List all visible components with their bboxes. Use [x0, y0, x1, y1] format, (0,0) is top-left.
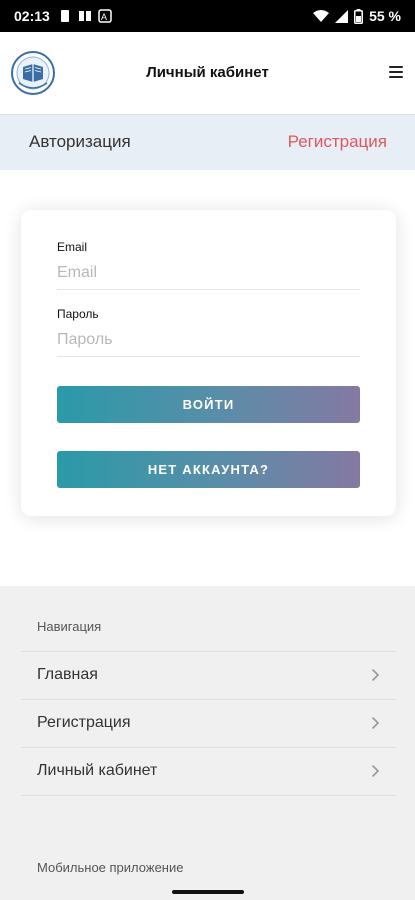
signal-icon — [335, 9, 349, 23]
auth-tabs: Авторизация Регистрация — [0, 114, 415, 170]
tab-registration[interactable]: Регистрация — [288, 132, 387, 152]
divider — [21, 795, 396, 796]
chevron-right-icon — [371, 716, 380, 730]
battery-icon — [354, 8, 364, 24]
page-title: Личный кабинет — [146, 64, 269, 81]
notification-icon — [60, 10, 69, 22]
tab-authorization[interactable]: Авторизация — [29, 132, 131, 152]
wifi-icon — [313, 9, 330, 22]
battery-percent: 55 % — [369, 8, 401, 24]
chevron-right-icon — [371, 668, 380, 682]
no-account-button[interactable]: НЕТ АККАУНТА? — [57, 451, 360, 488]
nav-item-home[interactable]: Главная — [21, 651, 396, 699]
email-field[interactable] — [57, 256, 360, 290]
nav-item-label: Личный кабинет — [37, 762, 158, 779]
nav-item-registration[interactable]: Регистрация — [21, 699, 396, 747]
book-icon — [78, 11, 91, 21]
hamburger-menu-icon[interactable] — [389, 66, 403, 78]
footer: Навигация Главная Регистрация Личный каб… — [0, 586, 415, 900]
chevron-right-icon — [371, 764, 380, 778]
nav-section-title: Навигация — [37, 619, 102, 634]
nav-item-account[interactable]: Личный кабинет — [21, 747, 396, 795]
svg-text:A: A — [101, 12, 107, 22]
email-label: Email — [57, 240, 88, 254]
password-field[interactable] — [57, 323, 360, 357]
nav-item-label: Главная — [37, 666, 98, 683]
status-bar: 02:13 A 55 % — [0, 0, 415, 32]
nav-item-label: Регистрация — [37, 714, 131, 731]
login-button[interactable]: ВОЙТИ — [57, 386, 360, 423]
mobile-app-section-title: Мобильное приложение — [37, 860, 184, 875]
status-time: 02:13 — [14, 8, 50, 24]
app-header: Личный кабинет — [0, 32, 415, 114]
password-label: Пароль — [57, 307, 99, 321]
translate-icon: A — [98, 9, 112, 23]
home-indicator[interactable] — [172, 890, 244, 894]
login-card: Email Пароль ВОЙТИ НЕТ АККАУНТА? — [21, 210, 396, 516]
